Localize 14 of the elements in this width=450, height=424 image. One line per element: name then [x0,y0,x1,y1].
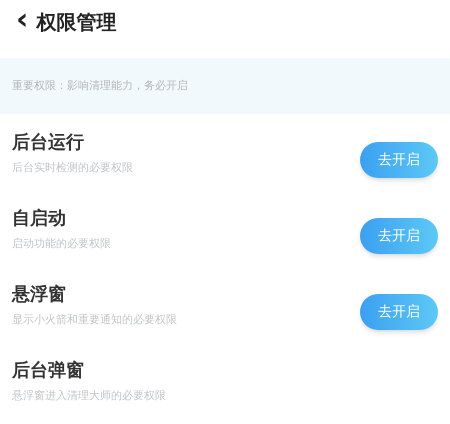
permission-title: 自启动 [12,207,67,232]
permission-description: 悬浮窗进入清理大师的必要权限 [12,388,166,404]
permission-title: 后台运行 [12,131,85,156]
enable-button[interactable]: 去开启 [360,218,438,254]
notice-text: 重要权限：影响清理能力，务必开启 [12,78,188,94]
page-title: 权限管理 [36,9,116,36]
permission-description: 显示小火箭和重要通知的必要权限 [12,312,177,328]
permission-description: 后台实时检测的必要权限 [12,160,133,176]
back-icon[interactable]: ‹ [16,5,28,35]
permission-description: 启动功能的必要权限 [12,236,111,252]
enable-button[interactable]: 去开启 [360,294,438,330]
permission-title: 后台弹窗 [12,359,85,384]
permission-title: 悬浮窗 [12,283,67,308]
enable-button[interactable]: 去开启 [360,142,438,178]
